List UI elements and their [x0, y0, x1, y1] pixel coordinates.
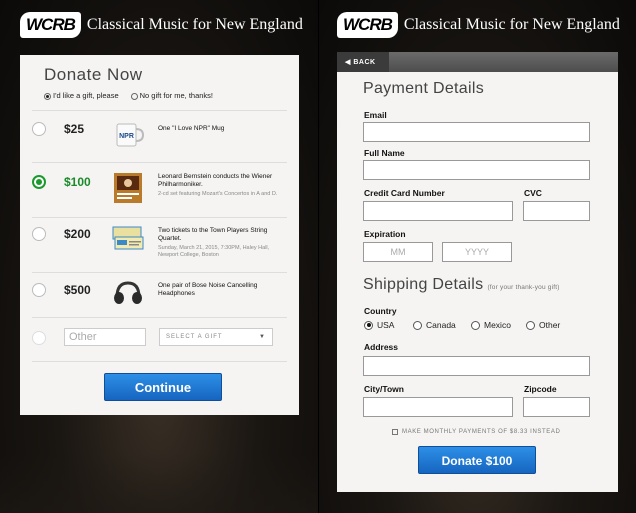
gift-desc-tickets: Two tickets to the Town Players String Q…	[158, 227, 283, 259]
donate-title: Donate Now	[44, 65, 143, 84]
payment-card: ◀ BACK Payment Details Email Full Name C…	[337, 52, 618, 492]
cc-number-field[interactable]	[363, 201, 513, 221]
payment-title: Payment Details	[363, 80, 484, 97]
email-field[interactable]	[363, 122, 590, 142]
wcrb-logo: WCRB	[337, 12, 398, 38]
amount-25: $25	[64, 122, 85, 136]
country-option-other[interactable]: Other	[526, 320, 560, 330]
gift-yes-label: I'd like a gift, please	[53, 91, 119, 100]
back-button[interactable]: ◀ BACK	[337, 52, 389, 72]
donate-submit-button[interactable]: Donate $100	[418, 446, 536, 474]
select-gift-dropdown[interactable]: SELECT A GIFT ▼	[159, 328, 273, 346]
fullname-label: Full Name	[364, 148, 405, 158]
gift-desc-mug: One "I Love NPR" Mug	[158, 125, 283, 133]
header: WCRB Classical Music for New England	[337, 10, 620, 40]
cd-image	[114, 173, 142, 203]
country-option-mexico[interactable]: Mexico	[471, 320, 511, 330]
country-radio-canada[interactable]	[413, 320, 422, 330]
amount-100: $100	[64, 175, 91, 189]
amount-radio-100[interactable]	[32, 175, 46, 189]
donation-option-25[interactable]	[32, 110, 287, 162]
monthly-label: MAKE MONTHLY PAYMENTS OF $8.33 INSTEAD	[402, 429, 561, 435]
back-label: BACK	[353, 59, 376, 66]
country-label: Country	[364, 306, 397, 316]
gift-desc-text: One "I Love NPR" Mug	[158, 125, 225, 132]
shipping-title: Shipping Details	[363, 276, 484, 293]
country-label-usa: USA	[377, 320, 395, 330]
shipping-heading: Shipping Details (for your thank-you gif…	[363, 276, 560, 294]
gift-desc-sub: 2-cd set featuring Mozart's Concertos in…	[158, 191, 278, 198]
country-label-canada: Canada	[426, 320, 456, 330]
country-radio-usa[interactable]	[364, 320, 373, 330]
country-radio-other[interactable]	[526, 320, 535, 330]
gift-desc-text: One pair of Bose Noise Cancelling Headph…	[158, 282, 258, 298]
gift-no-label: No gift for me, thanks!	[139, 91, 214, 100]
monthly-checkbox[interactable]	[392, 429, 398, 435]
city-field[interactable]	[363, 397, 513, 417]
other-amount-input[interactable]: Other	[64, 328, 146, 346]
tagline: Classical Music for New England	[403, 16, 620, 33]
gift-desc-cd: Leonard Bernstein conducts the Wiener Ph…	[158, 173, 283, 198]
svg-text:NPR: NPR	[119, 133, 134, 140]
country-option-canada[interactable]: Canada	[413, 320, 456, 330]
cvc-label: CVC	[524, 188, 542, 198]
continue-button[interactable]: Continue	[104, 373, 222, 401]
city-label: City/Town	[364, 384, 404, 394]
headphones-image	[114, 281, 142, 304]
exp-year-field[interactable]: YYYY	[442, 242, 512, 262]
donation-option-200[interactable]	[32, 217, 287, 218]
expiration-label: Expiration	[364, 229, 406, 239]
header: WCRB Classical Music for New England	[20, 10, 303, 40]
donation-option-100[interactable]	[32, 162, 287, 163]
shipping-note: (for your thank-you gift)	[487, 284, 560, 291]
select-gift-label: SELECT A GIFT	[166, 334, 223, 340]
gift-desc-sub: Sunday, March 21, 2015, 7:30PM, Haley Ha…	[158, 245, 270, 259]
fullname-field[interactable]	[363, 160, 590, 180]
chevron-down-icon: ▼	[259, 334, 266, 340]
gift-no-radio[interactable]	[130, 92, 138, 100]
cvc-field[interactable]	[523, 201, 590, 221]
zip-label: Zipcode	[524, 384, 557, 394]
donation-option-other[interactable]	[32, 317, 287, 318]
monthly-option[interactable]: MAKE MONTHLY PAYMENTS OF $8.33 INSTEAD	[392, 429, 560, 435]
amount-500: $500	[64, 283, 91, 297]
amount-radio-25[interactable]	[32, 122, 46, 136]
gift-no-option[interactable]: No gift for me, thanks!	[130, 91, 214, 100]
gift-choice: I'd like a gift, please No gift for me, …	[44, 91, 213, 100]
cc-label: Credit Card Number	[364, 188, 445, 198]
zipcode-field[interactable]	[523, 397, 590, 417]
donate-card: Donate Now I'd like a gift, please No gi…	[20, 55, 299, 415]
back-bar: ◀ BACK	[337, 52, 618, 72]
payment-screen: WCRB Classical Music for New England ◀ B…	[319, 0, 636, 513]
email-label: Email	[364, 110, 387, 120]
gift-yes-radio[interactable]	[44, 92, 51, 100]
address-label: Address	[364, 342, 399, 352]
gift-desc-text: Leonard Bernstein conducts the Wiener Ph…	[158, 173, 273, 189]
amount-200: $200	[64, 227, 91, 241]
country-label-other: Other	[539, 320, 561, 330]
exp-month-field[interactable]: MM	[363, 242, 433, 262]
amount-radio-500[interactable]	[32, 283, 46, 297]
amount-radio-200[interactable]	[32, 227, 46, 241]
country-label-mexico: Mexico	[484, 320, 511, 330]
mug-image: NPR	[116, 123, 144, 147]
gift-desc-text: Two tickets to the Town Players String Q…	[158, 227, 268, 243]
amount-radio-other[interactable]	[32, 331, 46, 345]
donation-option-500[interactable]	[32, 272, 287, 273]
donate-screen: WCRB Classical Music for New England Don…	[0, 0, 318, 513]
wcrb-logo: WCRB	[20, 12, 81, 38]
gift-desc-headphones: One pair of Bose Noise Cancelling Headph…	[158, 282, 283, 298]
tagline: Classical Music for New England	[86, 16, 303, 33]
country-radio-mexico[interactable]	[471, 320, 480, 330]
address-field[interactable]	[363, 356, 590, 376]
country-option-usa[interactable]: USA	[364, 320, 394, 330]
background-photo	[0, 453, 318, 513]
divider	[32, 361, 287, 362]
tickets-image	[112, 226, 144, 250]
gift-yes-option[interactable]: I'd like a gift, please	[44, 91, 119, 100]
